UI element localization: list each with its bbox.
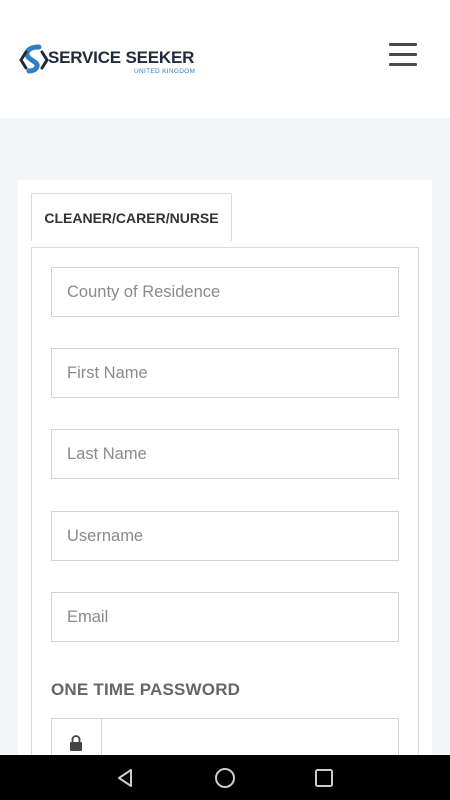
app-header: SERVICE SEEKER UNITED KINGDOM — [0, 0, 450, 118]
username-input[interactable] — [51, 511, 399, 561]
registration-card: CLEANER/CARER/NURSE ONE TIME PASSWORD — [18, 180, 432, 768]
county-of-residence-input[interactable] — [51, 267, 399, 317]
email-input[interactable] — [51, 592, 399, 642]
logo-title: SERVICE SEEKER — [48, 48, 195, 67]
hamburger-menu-button[interactable] — [389, 43, 419, 67]
home-circle-icon — [215, 767, 235, 788]
tab-cleaner-carer-nurse[interactable]: CLEANER/CARER/NURSE — [31, 193, 232, 241]
lock-icon — [70, 735, 82, 751]
last-name-input[interactable] — [51, 429, 399, 479]
recents-square-icon — [315, 768, 333, 787]
first-name-input[interactable] — [51, 348, 399, 398]
service-seeker-logo[interactable]: SERVICE SEEKER UNITED KINGDOM — [18, 44, 218, 78]
logo-mark-icon — [19, 44, 49, 74]
home-button[interactable] — [195, 755, 255, 800]
otp-label: ONE TIME PASSWORD — [51, 680, 241, 699]
logo-subtitle: UNITED KINGDOM — [134, 68, 196, 75]
tab-label: CLEANER/CARER/NURSE — [44, 209, 219, 226]
back-button[interactable] — [95, 755, 155, 800]
hamburger-icon — [389, 43, 417, 46]
recents-button[interactable] — [294, 755, 354, 800]
system-navigation-bar — [0, 755, 450, 800]
back-triangle-icon — [118, 768, 132, 787]
